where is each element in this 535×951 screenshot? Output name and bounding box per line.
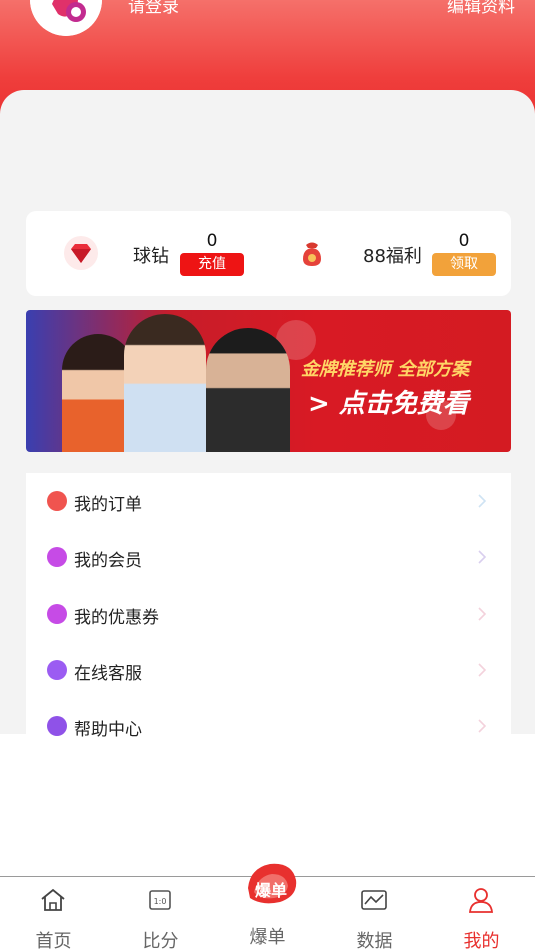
tab-data[interactable]: 数据 <box>321 877 428 951</box>
tab-label: 比分 <box>142 931 179 951</box>
hot-badge[interactable]: 爆单 <box>240 858 302 910</box>
data-icon <box>361 890 387 910</box>
diamond-label: 球钻 <box>133 246 169 267</box>
hot-icon: 爆单 <box>248 863 297 904</box>
score-icon: 1:0 <box>149 890 171 910</box>
service-icon <box>47 660 67 680</box>
tab-score[interactable]: 1:0 比分 <box>107 877 214 951</box>
wallet-card: 球钻 0 充值 88福利 0 领取 <box>26 211 511 296</box>
recharge-button[interactable]: 充值 <box>180 253 244 276</box>
user-avatar[interactable] <box>30 0 102 36</box>
menu-item-label: 我的优惠券 <box>74 608 159 628</box>
tab-label: 首页 <box>35 931 72 951</box>
menu-item-membership[interactable]: 我的会员 <box>26 529 511 585</box>
menu-item-orders[interactable]: 我的订单 <box>26 473 511 529</box>
tab-profile[interactable]: 我的 <box>428 877 535 951</box>
diamond-count: 0 <box>206 231 218 251</box>
profile-icon <box>469 888 493 913</box>
promoter-photo-2 <box>124 314 206 452</box>
tab-label: 我的 <box>463 931 500 951</box>
avatar-logo-icon <box>30 0 102 36</box>
chevron-right-icon <box>478 663 487 677</box>
money-bag-icon <box>303 242 321 266</box>
chevron-right-icon <box>478 550 487 564</box>
chevron-right-icon <box>478 607 487 621</box>
menu-list: 我的订单 我的会员 我的优惠券 在线客服 帮助中心 <box>26 473 511 740</box>
menu-item-label: 在线客服 <box>74 664 142 684</box>
menu-item-customer-service[interactable]: 在线客服 <box>26 642 511 698</box>
help-icon <box>47 716 67 736</box>
tab-label: 爆单 <box>249 927 286 948</box>
order-icon <box>47 491 67 511</box>
welfare-label: 88福利 <box>363 246 422 267</box>
tab-home[interactable]: 首页 <box>0 877 107 951</box>
coupon-icon <box>47 604 67 624</box>
home-icon <box>41 888 65 911</box>
banner-title: 金牌推荐师 全部方案 <box>301 359 470 380</box>
hot-badge-text: 爆单 <box>255 881 287 900</box>
diamond-icon <box>64 236 98 270</box>
edit-profile-link[interactable]: 编辑资料 <box>447 0 515 17</box>
tab-label: 数据 <box>356 931 393 951</box>
svg-text:1:0: 1:0 <box>154 897 167 906</box>
menu-item-label: 帮助中心 <box>74 720 142 740</box>
menu-item-help[interactable]: 帮助中心 <box>26 698 511 740</box>
chevron-right-icon <box>478 719 487 733</box>
promoter-photo-3 <box>206 328 290 452</box>
chevron-right-icon <box>478 494 487 508</box>
promo-banner[interactable]: 金牌推荐师 全部方案 > 点击免费看 <box>26 310 511 452</box>
welfare-count: 0 <box>458 231 470 251</box>
menu-item-label: 我的会员 <box>74 551 142 571</box>
banner-cta[interactable]: > 点击免费看 <box>308 383 469 420</box>
login-prompt[interactable]: 请登录 <box>128 0 179 17</box>
claim-button[interactable]: 领取 <box>432 253 496 276</box>
vip-icon <box>47 547 67 567</box>
menu-item-label: 我的订单 <box>74 495 142 515</box>
menu-item-coupons[interactable]: 我的优惠券 <box>26 586 511 642</box>
